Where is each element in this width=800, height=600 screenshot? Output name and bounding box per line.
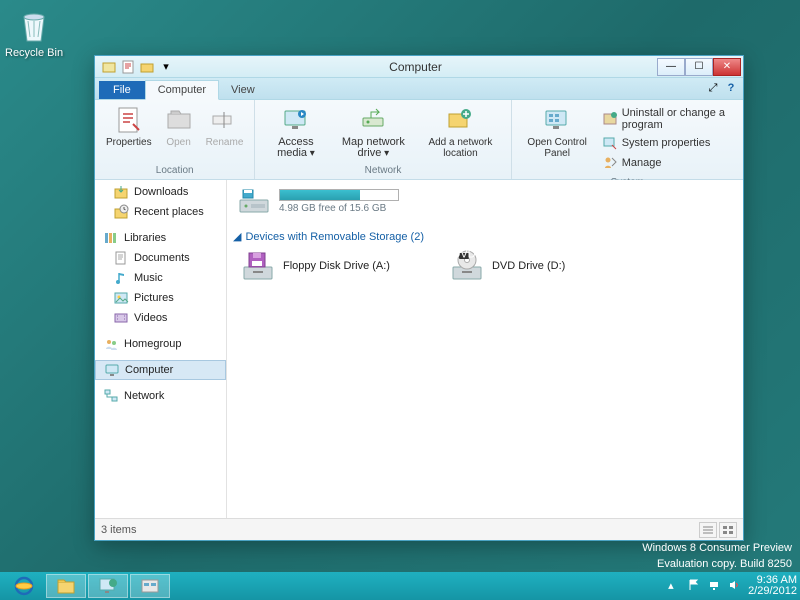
nav-documents[interactable]: Documents (95, 248, 226, 268)
add-network-location-button[interactable]: Add a network location (416, 102, 504, 162)
ribbon-expand-icon[interactable]: ⤢ (705, 80, 721, 96)
videos-icon (113, 310, 129, 326)
ribbon-tabs: File Computer View ⤢ ? (95, 78, 743, 100)
nav-music[interactable]: Music (95, 268, 226, 288)
nav-homegroup[interactable]: Homegroup (95, 334, 226, 354)
ribbon: Properties Open Rename Location Access m… (95, 100, 743, 180)
nav-recent[interactable]: Recent places (95, 202, 226, 222)
tray-sound-icon[interactable] (728, 579, 742, 593)
drive-usage-bar (279, 189, 399, 201)
rename-button[interactable]: Rename (201, 102, 249, 151)
system-tray: ▴ 9:36 AM 2/29/2012 (668, 575, 797, 597)
manage-link[interactable]: Manage (599, 154, 735, 172)
pictures-icon (113, 290, 129, 306)
qat-dropdown-icon[interactable]: ▾ (158, 59, 174, 75)
open-button[interactable]: Open (157, 102, 201, 151)
taskbar-ie[interactable] (4, 574, 44, 598)
qat-app-icon[interactable] (101, 59, 117, 75)
status-bar: 3 items (95, 518, 743, 540)
qat-new-folder-icon[interactable] (139, 59, 155, 75)
content-pane: 4.98 GB free of 15.6 GB ◢ Devices with R… (227, 180, 743, 518)
add-location-icon (445, 105, 475, 135)
manage-icon (602, 155, 618, 171)
view-tab[interactable]: View (219, 81, 267, 99)
uninstall-icon (602, 111, 618, 127)
system-properties-icon (602, 135, 618, 151)
access-media-button[interactable]: Access media ▾ (261, 102, 330, 162)
tray-clock[interactable]: 9:36 AM 2/29/2012 (748, 575, 797, 597)
taskbar: ▴ 9:36 AM 2/29/2012 (0, 572, 800, 600)
tiles-view-button[interactable] (719, 522, 737, 538)
documents-icon (113, 250, 129, 266)
map-drive-button[interactable]: Map network drive ▾ (331, 102, 417, 162)
rename-icon (209, 105, 239, 135)
window-title: Computer (174, 60, 657, 74)
recycle-bin-label: Recycle Bin (5, 47, 63, 59)
details-view-button[interactable] (699, 522, 717, 538)
minimize-button[interactable]: — (657, 58, 685, 76)
nav-pictures[interactable]: Pictures (95, 288, 226, 308)
nav-network[interactable]: Network (95, 386, 226, 406)
network-group-label: Network (261, 164, 504, 177)
hard-drive-item[interactable]: 4.98 GB free of 15.6 GB (233, 180, 737, 222)
recycle-bin[interactable]: Recycle Bin (5, 5, 63, 59)
navigation-pane: Downloads Recent places Libraries Docume… (95, 180, 227, 518)
music-icon (113, 270, 129, 286)
removable-section-header[interactable]: ◢ Devices with Removable Storage (2) (233, 230, 737, 243)
item-count: 3 items (101, 524, 136, 536)
taskbar-app-1[interactable] (88, 574, 128, 598)
tray-network-icon[interactable] (708, 579, 722, 593)
floppy-drive-item[interactable]: Floppy Disk Drive (A:) (241, 249, 390, 283)
computer-tab[interactable]: Computer (145, 80, 219, 100)
taskbar-app-2[interactable] (130, 574, 170, 598)
dvd-drive-item[interactable]: DVD DVD Drive (D:) (450, 249, 565, 283)
properties-icon (114, 105, 144, 135)
collapse-icon: ◢ (233, 230, 241, 243)
dvd-icon: DVD (450, 249, 484, 283)
control-panel-button[interactable]: Open Control Panel (518, 102, 597, 162)
titlebar[interactable]: ▾ Computer — ☐ ✕ (95, 56, 743, 78)
control-panel-icon (542, 105, 572, 135)
homegroup-icon (103, 336, 119, 352)
recent-icon (113, 204, 129, 220)
watermark: Windows 8 Consumer Preview Evaluation co… (642, 540, 792, 572)
properties-button[interactable]: Properties (101, 102, 157, 151)
qat-properties-icon[interactable] (120, 59, 136, 75)
close-button[interactable]: ✕ (713, 58, 741, 76)
floppy-icon (241, 249, 275, 283)
network-drive-icon (358, 105, 388, 135)
system-properties-link[interactable]: System properties (599, 134, 735, 152)
downloads-icon (113, 184, 129, 200)
quick-access-toolbar: ▾ (101, 59, 174, 75)
network-icon (103, 388, 119, 404)
drive-free-text: 4.98 GB free of 15.6 GB (279, 203, 399, 214)
file-tab[interactable]: File (99, 81, 145, 99)
nav-libraries[interactable]: Libraries (95, 228, 226, 248)
taskbar-explorer[interactable] (46, 574, 86, 598)
hard-drive-icon (237, 184, 271, 218)
explorer-window: ▾ Computer — ☐ ✕ File Computer View ⤢ ? … (94, 55, 744, 541)
svg-text:DVD: DVD (452, 249, 475, 261)
nav-computer[interactable]: Computer (95, 360, 226, 380)
help-icon[interactable]: ? (723, 80, 739, 96)
libraries-icon (103, 230, 119, 246)
tray-up-icon[interactable]: ▴ (668, 579, 682, 593)
location-group-label: Location (101, 164, 248, 177)
tray-flag-icon[interactable] (688, 579, 702, 593)
open-icon (164, 105, 194, 135)
nav-videos[interactable]: Videos (95, 308, 226, 328)
nav-downloads[interactable]: Downloads (95, 182, 226, 202)
maximize-button[interactable]: ☐ (685, 58, 713, 76)
uninstall-link[interactable]: Uninstall or change a program (599, 106, 735, 132)
monitor-media-icon (281, 105, 311, 135)
computer-icon (104, 362, 120, 378)
recycle-bin-icon (14, 5, 54, 45)
